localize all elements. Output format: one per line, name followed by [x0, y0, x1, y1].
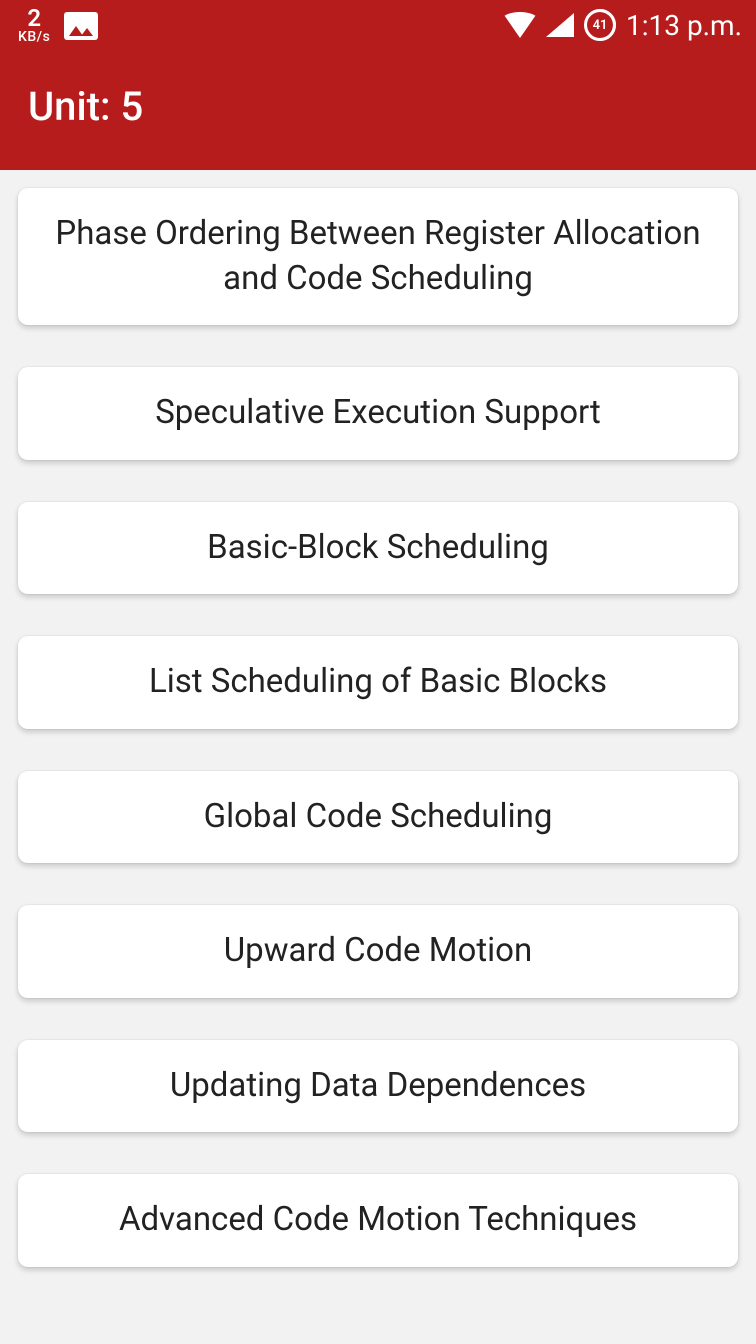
- page-title: Unit: 5: [28, 83, 143, 130]
- topic-label: Global Code Scheduling: [204, 797, 553, 836]
- photo-icon: [64, 12, 98, 40]
- topic-item[interactable]: Advanced Code Motion Techniques: [18, 1174, 738, 1267]
- battery-percent: 41: [593, 18, 608, 33]
- signal-icon: [546, 13, 574, 37]
- topic-item[interactable]: Speculative Execution Support: [18, 367, 738, 460]
- topic-item[interactable]: Upward Code Motion: [18, 905, 738, 998]
- topic-label: Upward Code Motion: [224, 931, 532, 970]
- status-right: 41 1:13 p.m.: [502, 9, 742, 42]
- topics-list: Phase Ordering Between Register Allocati…: [0, 170, 756, 1285]
- topic-label: Speculative Execution Support: [155, 393, 601, 432]
- topic-item[interactable]: Phase Ordering Between Register Allocati…: [18, 188, 738, 325]
- status-clock: 1:13 p.m.: [626, 9, 742, 42]
- topic-label: List Scheduling of Basic Blocks: [149, 662, 607, 701]
- app-bar: Unit: 5: [0, 50, 756, 170]
- battery-icon: 41: [584, 9, 616, 41]
- topic-label: Updating Data Dependences: [170, 1066, 586, 1105]
- status-left: 2 KB/s: [18, 6, 98, 44]
- network-speed: 2 KB/s: [18, 6, 50, 44]
- topic-item[interactable]: List Scheduling of Basic Blocks: [18, 636, 738, 729]
- topic-label: Advanced Code Motion Techniques: [119, 1200, 637, 1239]
- topic-label: Basic-Block Scheduling: [207, 528, 549, 567]
- app-header: 2 KB/s 41 1:13 p.m. Unit: 5: [0, 0, 756, 170]
- network-speed-value: 2: [27, 6, 41, 30]
- wifi-icon: [502, 12, 538, 38]
- topic-item[interactable]: Updating Data Dependences: [18, 1040, 738, 1133]
- topic-item[interactable]: Basic-Block Scheduling: [18, 502, 738, 595]
- status-bar: 2 KB/s 41 1:13 p.m.: [0, 0, 756, 50]
- network-speed-unit: KB/s: [18, 30, 50, 44]
- topic-label: Phase Ordering Between Register Allocati…: [55, 214, 700, 298]
- topic-item[interactable]: Global Code Scheduling: [18, 771, 738, 864]
